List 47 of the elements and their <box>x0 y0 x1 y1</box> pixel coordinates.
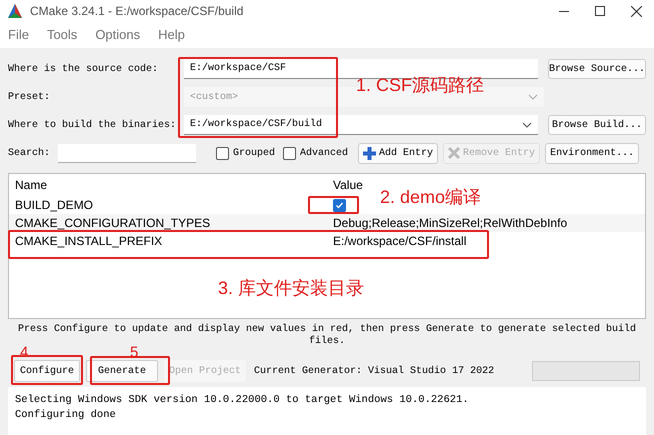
menu-item[interactable]: File <box>8 25 29 45</box>
cmake-logo-icon <box>8 4 22 18</box>
checkmark-icon <box>335 200 344 210</box>
field-label: Preset: <box>8 90 52 104</box>
browse-build-button[interactable]: Browse Build... <box>548 115 646 135</box>
option-checkbox[interactable] <box>216 146 229 160</box>
action-button[interactable]: Configure <box>14 360 80 382</box>
annotation-box <box>308 196 359 214</box>
action-button[interactable]: Generate <box>86 360 158 382</box>
log-line: Configuring done <box>15 408 117 423</box>
minimize-icon[interactable] <box>559 10 569 12</box>
search-field[interactable] <box>58 144 196 162</box>
column-header: Name <box>15 177 48 194</box>
hint-text: Press Configure to update and display new values in red, then press Generate to generate selected build files. <box>16 324 638 347</box>
annotation-box <box>11 355 83 385</box>
field-label: Where to build the binaries: <box>8 118 178 132</box>
table-cell-text: BUILD_DEMO <box>15 197 94 214</box>
entry-button[interactable]: Environment... <box>545 142 640 164</box>
cross-icon <box>448 147 460 159</box>
maximize-icon[interactable] <box>595 6 605 16</box>
window-title: CMake 3.24.1 - E:/workspace/CSF/build <box>30 3 244 20</box>
chevron-icon <box>528 94 538 100</box>
chevron-icon <box>522 122 532 128</box>
table-cell-text: Debug;Release;MinSizeRel;RelWithDebInfo <box>333 215 568 232</box>
field-label: Where is the source code: <box>8 62 160 76</box>
build-dropdown[interactable]: E:/workspace/CSF/build <box>184 115 538 135</box>
value-checkbox[interactable] <box>333 198 346 212</box>
entry-button[interactable]: Add Entry <box>358 142 438 164</box>
table-cell-text: E:/workspace/CSF/install <box>333 233 466 250</box>
browse-source-button[interactable]: Browse Source... <box>548 59 646 79</box>
checkbox-label: Advanced <box>300 146 348 160</box>
annotation-label: 2. demo编译 <box>380 188 482 206</box>
table-row[interactable]: CMAKE_CONFIGURATION_TYPES Debug;Release;MinSizeRel;RelWithDebInfo <box>9 214 645 232</box>
checkbox-label: Grouped <box>233 146 276 160</box>
table-cell-text: CMAKE_CONFIGURATION_TYPES <box>15 215 212 232</box>
menu-item[interactable]: Tools <box>46 25 78 45</box>
plus-icon <box>363 146 376 160</box>
field-label: Search: <box>8 146 52 160</box>
menu-item[interactable]: Options <box>95 25 140 45</box>
annotation-label: 3. 库文件安装目录 <box>218 279 364 297</box>
generator-text: Current Generator: Visual Studio 17 2022 <box>254 364 494 378</box>
log-line: Selecting Windows SDK version 10.0.22000.0 to target Windows 10.0.22621. <box>15 393 470 408</box>
menu-item[interactable]: Help <box>158 25 185 45</box>
table-cell-text: CMAKE_INSTALL_PREFIX <box>15 233 164 250</box>
option-checkbox[interactable] <box>283 146 296 160</box>
column-header: Value <box>333 177 363 194</box>
close-icon[interactable] <box>631 6 642 16</box>
